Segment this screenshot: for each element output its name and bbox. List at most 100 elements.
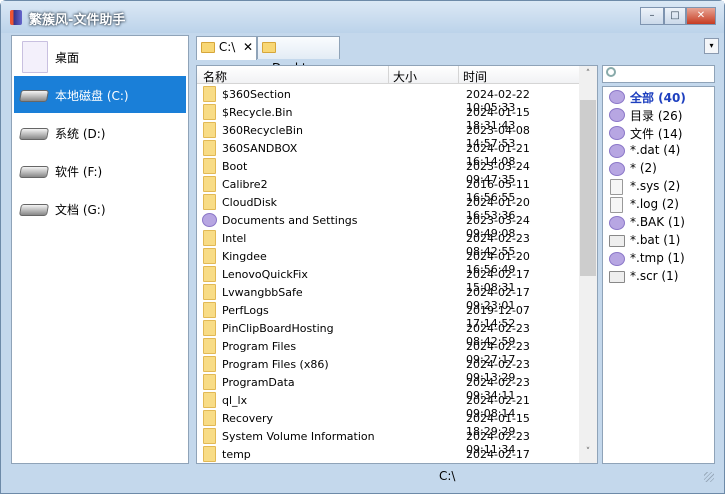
minimize-button[interactable]: – (640, 7, 664, 25)
sidebar-item[interactable]: 文档 (G:) (14, 190, 186, 227)
resize-grip-icon[interactable] (704, 472, 714, 482)
sidebar-item-label: 软件 (F:) (55, 165, 103, 179)
tab-label: C:\ (218, 40, 236, 54)
sidebar-item-label: 文档 (G:) (55, 203, 106, 217)
file-name: $360Section (222, 88, 291, 101)
file-name: Recovery (222, 412, 274, 425)
filter-label: *.dat (4) (630, 143, 681, 157)
filter-item[interactable]: 目录 (26) (607, 106, 712, 124)
file-name: LvwangbbSafe (222, 286, 303, 299)
status-path: C:\ (439, 469, 456, 483)
column-name[interactable]: 名称 (203, 68, 227, 84)
ico-file-type-icon (609, 252, 625, 266)
folder-icon (201, 42, 215, 53)
filter-item[interactable]: *.dat (4) (607, 142, 712, 160)
file-row[interactable]: LvwangbbSafe 2024-02-17 09:23:01 (197, 283, 579, 312)
folder-icon (203, 302, 216, 318)
filter-item[interactable]: 文件 (14) (607, 124, 712, 142)
folder-icon (203, 140, 216, 156)
file-row[interactable]: Boot 2023-03-24 09:47:35 (197, 157, 579, 186)
sidebar-item[interactable]: 软件 (F:) (14, 152, 186, 189)
filter-item[interactable]: *.bat (1) (607, 232, 712, 250)
filter-item[interactable]: *.scr (1) (607, 268, 712, 286)
file-row[interactable]: Recovery 2024-01-15 18:29:29 (197, 409, 579, 438)
file-row[interactable]: Program Files (x86) 2024-02-23 09:13:29 (197, 355, 579, 384)
shortcut-icon (202, 213, 217, 227)
file-row[interactable]: Kingdee 2024-01-20 16:56:49 (197, 247, 579, 276)
ico-file-icon (22, 41, 48, 73)
vertical-scrollbar[interactable]: ˄ ˅ (579, 66, 597, 463)
folder-icon (262, 42, 276, 53)
filter-search-input[interactable] (602, 65, 715, 83)
maximize-button[interactable]: □ (664, 7, 686, 25)
win2-file-type-icon (609, 235, 625, 247)
file-name: $Recycle.Bin (222, 106, 293, 119)
win2-file-type-icon (609, 271, 625, 283)
app-icon (10, 10, 22, 25)
file-row[interactable]: LenovoQuickFix 2024-02-17 15:08:31 (197, 265, 579, 294)
file-row[interactable]: ql_lx 2024-02-21 09:08:14 (197, 391, 579, 420)
sidebar-item[interactable]: 桌面 (14, 38, 186, 75)
file-row[interactable]: $Recycle.Bin 2024-01-15 18:31:43 (197, 103, 579, 132)
filter-item[interactable]: *.tmp (1) (607, 250, 712, 268)
folder-icon (203, 248, 216, 264)
close-button[interactable]: ✕ (686, 7, 716, 25)
filter-item[interactable]: *.BAK (1) (607, 214, 712, 232)
file-row[interactable]: 360RecycleBin 2023-04-08 14:57:53 (197, 121, 579, 150)
file-row[interactable]: Intel 2024-02-23 08:42:55 (197, 229, 579, 258)
filter-label: *.sys (2) (630, 179, 681, 193)
filter-label: *.BAK (1) (630, 215, 685, 229)
filter-item[interactable]: *.log (2) (607, 196, 712, 214)
file-row[interactable]: $360Section 2024-02-22 10:05:33 (197, 85, 579, 114)
folder-icon (203, 356, 216, 372)
file-name: Documents and Settings (222, 214, 358, 227)
app-window: 繁簇风-文件助手 – □ ✕ 桌面 本地磁盘 (C:) 系统 (D:) 软件 (F:)… (0, 0, 725, 494)
filter-label: 文件 (14) (630, 127, 683, 141)
folder-icon (203, 392, 216, 408)
file-row[interactable]: CloudDisk 2024-01-20 16:53:36 (197, 193, 579, 222)
file-row[interactable]: PerfLogs 2019-12-07 17:14:52 (197, 301, 579, 330)
file-row[interactable]: Calibre2 2016-05-11 16:56:55 (197, 175, 579, 204)
file-row[interactable]: ProgramData 2024-02-23 09:34:11 (197, 373, 579, 402)
filter-item[interactable]: *.sys (2) (607, 178, 712, 196)
file-name: 360RecycleBin (222, 124, 303, 137)
filter-item[interactable]: 全部 (40) (607, 88, 712, 106)
tab-close-icon[interactable]: ✕ (243, 37, 253, 58)
file-row[interactable]: Program Files 2024-02-23 09:27:17 (197, 337, 579, 366)
file-name: LenovoQuickFix (222, 268, 308, 281)
file-row[interactable]: Documents and Settings 2023-03-24 09:49:0… (197, 211, 579, 240)
filter-label: 全部 (40) (630, 91, 686, 105)
tab-desktop[interactable]: Desktop (257, 36, 340, 75)
ico-file-type-icon (609, 216, 625, 230)
file-name: System Volume Information (222, 430, 375, 443)
scroll-up-button[interactable]: ˄ (579, 66, 597, 83)
folder-icon (203, 338, 216, 354)
folder-icon (203, 374, 216, 390)
column-time[interactable]: 时间 (463, 68, 487, 84)
ico-file-type-icon (609, 126, 625, 140)
sidebar-item[interactable]: 本地磁盘 (C:) (14, 76, 186, 113)
file-row[interactable]: System Volume Information 2024-02-23 09:1… (197, 427, 579, 456)
title-bar: 繁簇风-文件助手 – □ ✕ (1, 1, 724, 33)
folder-icon (203, 428, 216, 444)
file-name: Program Files (x86) (222, 358, 329, 371)
tab-dropdown-button[interactable]: ▾ (704, 38, 719, 54)
file-row[interactable]: temp 2024-02-17 13:49:05 (197, 445, 579, 463)
folder-icon (203, 122, 216, 138)
windows-drive-icon (18, 90, 50, 102)
tab-c-drive[interactable]: C:\ ✕ (196, 36, 257, 60)
search-icon (606, 67, 616, 77)
folder-icon (203, 230, 216, 246)
folder-icon (203, 446, 216, 462)
folder-icon (203, 410, 216, 426)
file-row[interactable]: PinClipBoardHosting 2024-02-23 08:42:59 (197, 319, 579, 348)
folder-icon (203, 176, 216, 192)
doc-file-type-icon (610, 197, 623, 213)
sidebar-item[interactable]: 系统 (D:) (14, 114, 186, 151)
scroll-thumb[interactable] (580, 100, 596, 276)
column-size[interactable]: 大小 (393, 68, 417, 84)
file-row[interactable]: 360SANDBOX 2024-01-21 16:14:08 (197, 139, 579, 168)
scroll-down-button[interactable]: ˅ (579, 444, 597, 461)
filter-label: *.log (2) (630, 197, 679, 211)
filter-item[interactable]: * (2) (607, 160, 712, 178)
